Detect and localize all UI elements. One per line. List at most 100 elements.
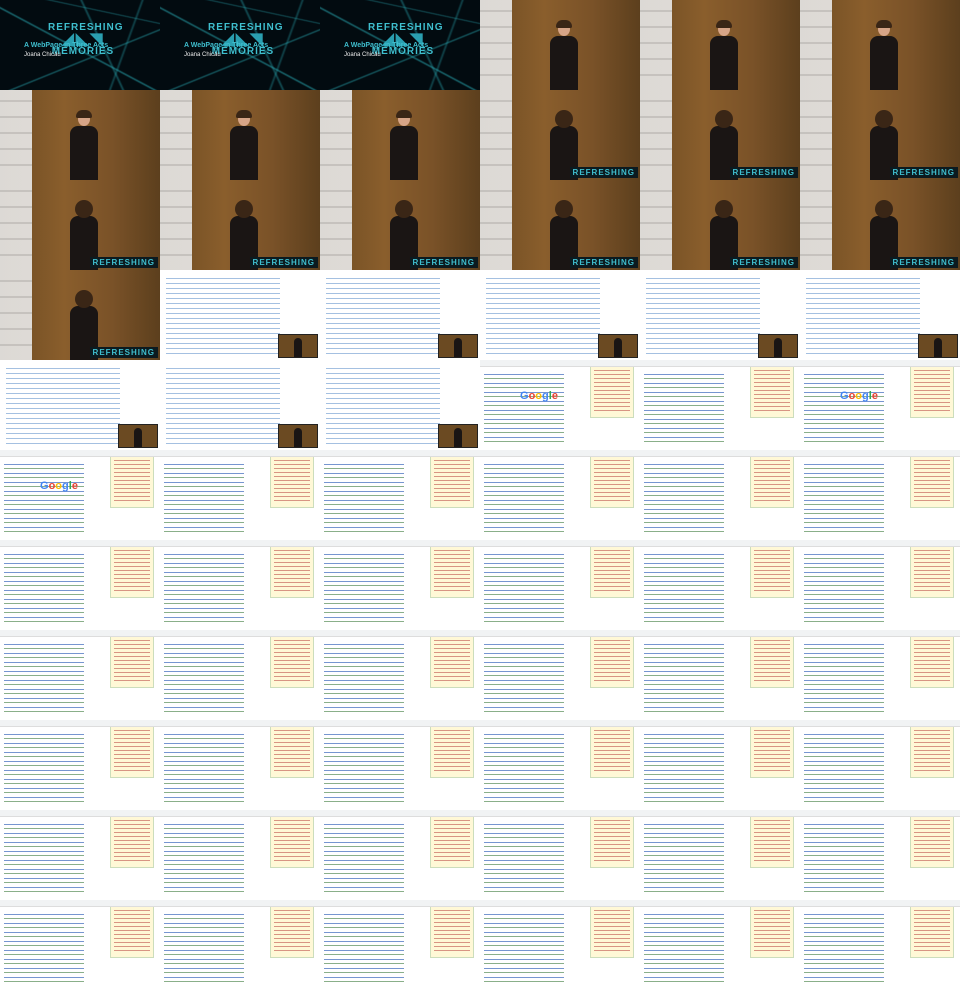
video-frame-thumbnail[interactable] [480, 720, 640, 810]
google-logo-letter: G [520, 390, 529, 402]
speaker-figure [548, 20, 580, 90]
video-frame-thumbnail[interactable] [320, 630, 480, 720]
video-frame-thumbnail[interactable] [640, 900, 800, 990]
speaker-body [390, 126, 418, 180]
video-frame-thumbnail[interactable] [320, 360, 480, 450]
stage-banner: REFRESHING [729, 167, 798, 178]
video-frame-thumbnail[interactable] [640, 270, 800, 360]
video-frame-thumbnail[interactable]: REFRESHING ◢◣◥ MEMORIES A WebPage in Three … [320, 0, 480, 90]
speaker-pip-video [438, 424, 478, 448]
video-frame-thumbnail[interactable] [320, 810, 480, 900]
speaker-body [550, 36, 578, 90]
video-frame-thumbnail[interactable] [0, 720, 160, 810]
devtools-panel [270, 726, 314, 778]
speaker-hair [555, 110, 573, 128]
video-frame-thumbnail[interactable] [640, 0, 800, 90]
devtools-panel [910, 456, 954, 508]
devtools-panel [750, 816, 794, 868]
video-frame-thumbnail[interactable] [0, 810, 160, 900]
video-frame-thumbnail[interactable] [800, 810, 960, 900]
speaker-hair [395, 200, 413, 218]
video-frame-thumbnail[interactable] [160, 720, 320, 810]
video-frame-thumbnail[interactable] [160, 90, 320, 180]
video-frame-thumbnail[interactable] [320, 720, 480, 810]
video-frame-thumbnail[interactable]: Google [800, 360, 960, 450]
video-frame-thumbnail[interactable] [480, 900, 640, 990]
video-frame-thumbnail[interactable]: REFRESHING [800, 90, 960, 180]
video-frame-thumbnail[interactable]: REFRESHING [0, 180, 160, 270]
video-frame-thumbnail[interactable] [480, 270, 640, 360]
video-frame-thumbnail[interactable] [0, 900, 160, 990]
stage-banner: REFRESHING [569, 167, 638, 178]
video-frame-thumbnail[interactable] [0, 360, 160, 450]
video-frame-thumbnail[interactable]: REFRESHING ◢◣◥ MEMORIES A WebPage in Three … [0, 0, 160, 90]
video-frame-thumbnail[interactable] [800, 0, 960, 90]
video-frame-thumbnail[interactable] [160, 360, 320, 450]
video-frame-thumbnail[interactable] [160, 540, 320, 630]
video-frame-thumbnail[interactable]: REFRESHING [160, 180, 320, 270]
google-logo: Google [520, 390, 558, 402]
video-frame-thumbnail[interactable] [320, 450, 480, 540]
speaker-figure [868, 20, 900, 90]
video-frame-thumbnail[interactable] [800, 900, 960, 990]
devtools-panel [590, 366, 634, 418]
video-frame-thumbnail[interactable] [0, 630, 160, 720]
speaker-body [710, 36, 738, 90]
video-frame-thumbnail[interactable]: REFRESHING ◢◣◥ MEMORIES A WebPage in Three … [160, 0, 320, 90]
speaker-pip-video [758, 334, 798, 358]
video-frame-thumbnail[interactable] [640, 540, 800, 630]
video-frame-thumbnail[interactable] [480, 450, 640, 540]
video-frame-thumbnail[interactable] [640, 630, 800, 720]
video-frame-thumbnail[interactable] [800, 720, 960, 810]
stage-banner: REFRESHING [89, 257, 158, 268]
video-frame-thumbnail[interactable] [320, 540, 480, 630]
video-frame-thumbnail[interactable] [160, 810, 320, 900]
video-frame-thumbnail[interactable]: REFRESHING [480, 180, 640, 270]
video-frame-thumbnail[interactable]: Google [480, 360, 640, 450]
video-frame-thumbnail[interactable]: REFRESHING [640, 90, 800, 180]
devtools-panel [270, 636, 314, 688]
devtools-panel [750, 546, 794, 598]
video-frame-thumbnail[interactable] [0, 540, 160, 630]
devtools-panel [110, 726, 154, 778]
devtools-panel [270, 906, 314, 958]
video-frame-thumbnail[interactable] [480, 630, 640, 720]
devtools-panel [590, 546, 634, 598]
video-frame-thumbnail[interactable] [640, 810, 800, 900]
video-frame-thumbnail[interactable] [160, 900, 320, 990]
speaker-hair [556, 20, 572, 28]
speaker-hair [875, 110, 893, 128]
devtools-panel [110, 816, 154, 868]
video-frame-thumbnail[interactable] [160, 630, 320, 720]
video-frame-thumbnail[interactable] [0, 90, 160, 180]
video-frame-thumbnail[interactable]: Google [0, 450, 160, 540]
video-frame-thumbnail[interactable]: REFRESHING [800, 180, 960, 270]
video-frame-thumbnail[interactable] [800, 270, 960, 360]
video-frame-thumbnail[interactable] [320, 270, 480, 360]
video-frame-thumbnail[interactable] [160, 270, 320, 360]
video-frame-thumbnail[interactable] [800, 540, 960, 630]
video-frame-thumbnail[interactable] [320, 90, 480, 180]
video-frame-thumbnail[interactable]: REFRESHING [480, 90, 640, 180]
video-frame-thumbnail[interactable] [640, 720, 800, 810]
stage-banner: REFRESHING [889, 167, 958, 178]
speaker-hair [555, 200, 573, 218]
video-frame-thumbnail[interactable] [640, 450, 800, 540]
video-frame-thumbnail[interactable] [480, 810, 640, 900]
video-frame-thumbnail[interactable] [480, 0, 640, 90]
video-frame-thumbnail[interactable] [640, 360, 800, 450]
video-frame-thumbnail[interactable] [160, 450, 320, 540]
stage-banner: REFRESHING [889, 257, 958, 268]
video-frame-thumbnail[interactable]: REFRESHING [0, 270, 160, 360]
video-frame-thumbnail[interactable]: REFRESHING [320, 180, 480, 270]
contact-sheet: REFRESHING ◢◣◥ MEMORIES A WebPage in Three … [0, 0, 960, 990]
video-frame-thumbnail[interactable] [800, 450, 960, 540]
video-frame-thumbnail[interactable]: REFRESHING [640, 180, 800, 270]
devtools-panel [430, 546, 474, 598]
stage-banner: REFRESHING [409, 257, 478, 268]
video-frame-thumbnail[interactable] [320, 900, 480, 990]
video-frame-thumbnail[interactable] [800, 630, 960, 720]
devtools-panel [590, 636, 634, 688]
google-logo: Google [40, 480, 78, 492]
video-frame-thumbnail[interactable] [480, 540, 640, 630]
